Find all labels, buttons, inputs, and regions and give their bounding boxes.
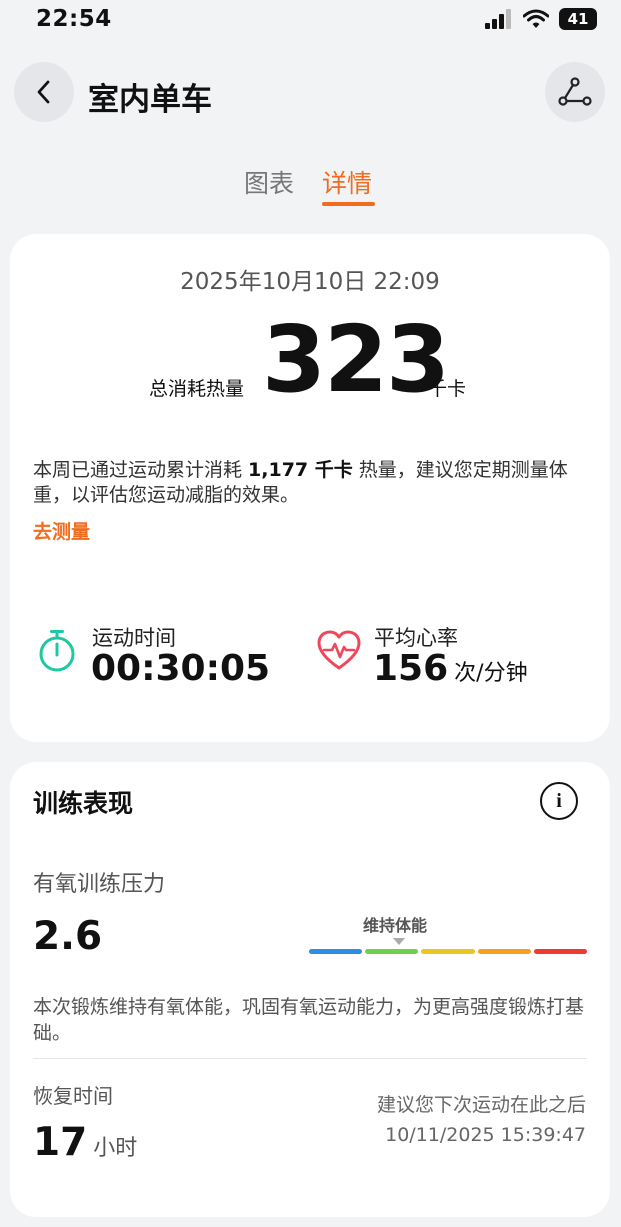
calories-label: 总消耗热量 <box>149 378 245 400</box>
heart-rate-icon <box>317 630 361 670</box>
timer-icon <box>39 630 75 672</box>
gauge-pointer-icon <box>393 938 405 945</box>
aerobic-value: 2.6 <box>33 914 103 959</box>
battery-icon: 41 <box>559 8 597 30</box>
divider <box>33 1058 587 1059</box>
route-icon <box>558 77 592 106</box>
status-time: 22:54 <box>36 6 112 32</box>
next-workout-time: 10/11/2025 15:39:47 <box>385 1124 586 1146</box>
weekly-calories-text: 本周已通过运动累计消耗 1,177 千卡 热量，建议您定期测量体重，以评估您运动… <box>33 458 588 508</box>
tab-chart[interactable]: 图表 <box>244 164 294 200</box>
signal-icon <box>485 9 511 29</box>
wifi-icon <box>523 9 549 28</box>
weekly-value: 1,177 千卡 <box>248 459 353 481</box>
tab-detail[interactable]: 详情 <box>322 164 372 200</box>
duration-value: 00:30:05 <box>91 648 271 689</box>
page-title: 室内单车 <box>88 82 212 118</box>
tab-active-indicator <box>322 202 375 206</box>
recovery-label: 恢复时间 <box>33 1084 113 1108</box>
workout-datetime: 2025年10月10日 22:09 <box>180 269 440 295</box>
gauge-segment <box>533 949 588 954</box>
route-button[interactable] <box>545 62 605 122</box>
aerobic-label: 有氧训练压力 <box>33 872 166 897</box>
header: 室内单车 <box>0 62 621 126</box>
measure-link[interactable]: 去测量 <box>33 517 90 544</box>
calories-value: 323 <box>262 306 450 413</box>
gauge-label: 维持体能 <box>363 916 428 935</box>
system-icons: 41 <box>485 8 597 30</box>
recovery-value: 17 <box>33 1120 88 1165</box>
gauge-segment <box>365 949 419 954</box>
summary-card: 2025年10月10日 22:09 总消耗热量 323 千卡 本周已通过运动累计… <box>10 234 610 742</box>
next-workout-suggestion: 建议您下次运动在此之后 <box>376 1094 586 1116</box>
tab-bar: 图表 详情 <box>0 164 621 214</box>
section-title: 训练表现 <box>33 789 134 818</box>
weekly-prefix: 本周已通过运动累计消耗 <box>33 459 249 481</box>
training-performance-card: 训练表现 i 有氧训练压力 2.6 维持体能 本次锻炼维持有氧体能，巩固有氧运动… <box>10 762 610 1217</box>
gauge-segment <box>477 949 531 954</box>
gauge-segment <box>309 949 363 954</box>
info-icon[interactable]: i <box>540 782 578 820</box>
recovery-value-row: 17 小时 <box>33 1120 137 1165</box>
training-description: 本次锻炼维持有氧体能，巩固有氧运动能力，为更高强度锻炼打基础。 <box>33 996 585 1044</box>
calories-unit: 千卡 <box>428 378 467 400</box>
recovery-unit: 小时 <box>93 1136 138 1161</box>
back-icon <box>37 80 50 104</box>
heart-rate-value-row: 156 次/分钟 <box>373 648 528 689</box>
gauge-segment <box>421 949 475 954</box>
heart-rate-unit: 次/分钟 <box>454 661 528 686</box>
aerobic-gauge <box>309 949 588 954</box>
status-bar: 22:54 41 <box>0 0 621 44</box>
back-button[interactable] <box>14 62 74 122</box>
heart-rate-value: 156 <box>373 648 449 689</box>
